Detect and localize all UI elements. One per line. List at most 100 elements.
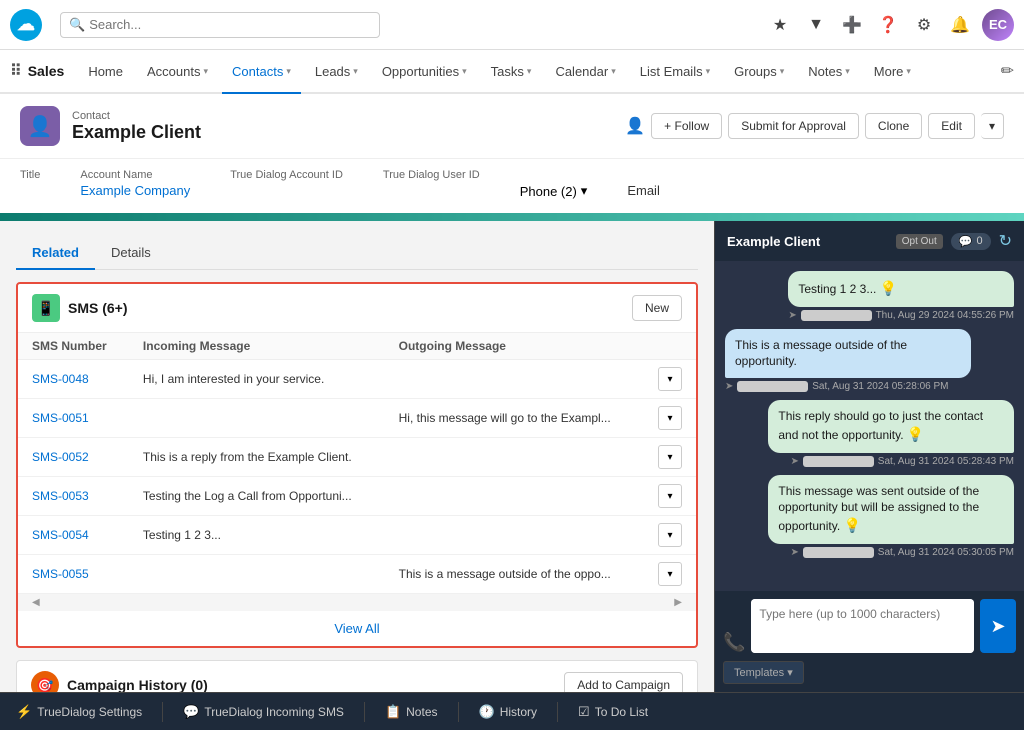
contact-header: 👤 Contact Example Client 👤 + Follow Subm… <box>0 94 1024 158</box>
sms-section-header: 📱 SMS (6+) New <box>18 284 696 333</box>
chat-input-wrap <box>751 599 974 653</box>
nav-item-tasks[interactable]: Tasks ▾ <box>481 50 542 94</box>
row-dropdown-button[interactable]: ▾ <box>658 406 682 430</box>
message-bubble-outgoing: This message was sent outside of the opp… <box>768 475 1014 544</box>
bottom-incoming-sms[interactable]: 💬 TrueDialog Incoming SMS <box>183 704 344 720</box>
row-dropdown-button[interactable]: ▾ <box>658 523 682 547</box>
message-arrow-icon: ➤ <box>791 456 799 467</box>
sms-table: SMS Number Incoming Message Outgoing Mes… <box>18 333 696 594</box>
outgoing-message <box>385 360 644 399</box>
actions-dropdown-button[interactable]: ▾ <box>981 113 1004 139</box>
dropdown-icon[interactable]: ▼ <box>802 11 830 39</box>
chat-messages: Testing 1 2 3... 💡 ➤ ██████████ Thu, Aug… <box>715 261 1024 591</box>
nav-edit-icon[interactable]: ✏ <box>1001 61 1014 81</box>
chat-input[interactable] <box>751 599 974 653</box>
refresh-icon[interactable]: ↻ <box>999 231 1012 251</box>
help-icon[interactable]: ❓ <box>874 11 902 39</box>
bottom-history[interactable]: 🕐 History <box>479 704 538 720</box>
message-bubble-outgoing: This reply should go to just the contact… <box>768 400 1014 452</box>
groups-chevron: ▾ <box>780 66 785 77</box>
bookmark-icon[interactable]: ★ <box>766 11 794 39</box>
field-phone[interactable]: Phone (2) ▾ <box>520 169 588 199</box>
field-truedialog-user: True Dialog User ID <box>383 169 480 198</box>
settings-icon[interactable]: ⚙ <box>910 11 938 39</box>
chat-contact-name: Example Client <box>727 234 820 249</box>
nav-item-more[interactable]: More ▾ <box>864 50 921 94</box>
chat-bubble-icon: 💬 <box>183 704 199 720</box>
bottom-todo[interactable]: ☑ To Do List <box>578 704 648 720</box>
message-blurred-name: ██████████ <box>803 456 874 467</box>
opt-out-badge: Opt Out <box>896 234 943 249</box>
sms-new-button[interactable]: New <box>632 295 682 321</box>
tasks-chevron: ▾ <box>527 66 532 77</box>
table-row: SMS-0054 Testing 1 2 3... ▾ <box>18 516 696 555</box>
nav-item-opportunities[interactable]: Opportunities ▾ <box>372 50 477 94</box>
incoming-message: Testing 1 2 3... <box>129 516 385 555</box>
submit-approval-button[interactable]: Submit for Approval <box>728 113 859 139</box>
search-icon: 🔍 <box>69 17 85 33</box>
nav-item-contacts[interactable]: Contacts ▾ <box>222 50 301 94</box>
chat-count: 0 <box>976 235 982 247</box>
sms-link[interactable]: SMS-0054 <box>32 528 89 542</box>
message-blurred-name: ██████████ <box>737 381 808 392</box>
left-panel: Related Details 📱 SMS (6+) New SMS Numbe… <box>0 221 714 692</box>
incoming-message <box>129 555 385 594</box>
bell-icon[interactable]: 🔔 <box>946 11 974 39</box>
nav-item-groups[interactable]: Groups ▾ <box>724 50 794 94</box>
outgoing-message <box>385 516 644 555</box>
templates-button[interactable]: Templates ▾ <box>723 661 804 684</box>
row-dropdown-button[interactable]: ▾ <box>658 445 682 469</box>
clone-button[interactable]: Clone <box>865 113 922 139</box>
view-all-link[interactable]: View All <box>18 611 696 646</box>
search-bar[interactable]: 🔍 <box>60 12 380 38</box>
add-icon[interactable]: ➕ <box>838 11 866 39</box>
nav-item-notes[interactable]: Notes ▾ <box>798 50 860 94</box>
grid-icon[interactable]: ⠿ <box>10 61 22 81</box>
contact-icon: 👤 <box>20 106 60 146</box>
nav-item-calendar[interactable]: Calendar ▾ <box>545 50 625 94</box>
bottom-truedialog-settings[interactable]: ⚡ TrueDialog Settings <box>16 704 142 720</box>
nav-item-list-emails[interactable]: List Emails ▾ <box>630 50 720 94</box>
contact-label: Contact <box>72 110 201 122</box>
bottom-notes[interactable]: 📋 Notes <box>385 704 438 720</box>
avatar[interactable]: EC <box>982 9 1014 41</box>
follow-button[interactable]: + Follow <box>651 113 722 139</box>
sms-link[interactable]: SMS-0051 <box>32 411 89 425</box>
search-input[interactable] <box>89 17 371 32</box>
contact-actions: 👤 + Follow Submit for Approval Clone Edi… <box>625 113 1004 139</box>
add-to-campaign-button[interactable]: Add to Campaign <box>564 672 683 692</box>
col-sms-number: SMS Number <box>18 333 129 360</box>
tab-details[interactable]: Details <box>95 237 167 270</box>
message-bubble-outgoing: Testing 1 2 3... 💡 <box>788 271 1014 307</box>
field-truedialog-account: True Dialog Account ID <box>230 169 343 198</box>
notes-chevron: ▾ <box>845 66 850 77</box>
outgoing-message: This is a message outside of the oppo... <box>385 555 644 594</box>
row-dropdown-button[interactable]: ▾ <box>658 367 682 391</box>
outgoing-message <box>385 438 644 477</box>
sms-link[interactable]: SMS-0048 <box>32 372 89 386</box>
campaign-section-header: 🎯 Campaign History (0) Add to Campaign <box>17 661 697 692</box>
campaign-title-text: Campaign History (0) <box>67 677 208 692</box>
contact-fields: Title Account Name Example Company True … <box>0 158 1024 213</box>
send-button[interactable]: ➤ <box>980 599 1016 653</box>
field-title: Title <box>20 169 40 198</box>
row-dropdown-button[interactable]: ▾ <box>658 484 682 508</box>
sms-link[interactable]: SMS-0053 <box>32 489 89 503</box>
scroll-right-icon[interactable]: ▶ <box>674 597 682 608</box>
edit-button[interactable]: Edit <box>928 113 975 139</box>
row-dropdown-button[interactable]: ▾ <box>658 562 682 586</box>
phone-dropdown[interactable]: Phone (2) ▾ <box>520 183 588 199</box>
nav-item-accounts[interactable]: Accounts ▾ <box>137 50 218 94</box>
sms-link[interactable]: SMS-0052 <box>32 450 89 464</box>
app-logo: ⠿ Sales <box>10 61 64 81</box>
sms-section: 📱 SMS (6+) New SMS Number Incoming Messa… <box>16 282 698 648</box>
nav-item-leads[interactable]: Leads ▾ <box>305 50 368 94</box>
incoming-message: Hi, I am interested in your service. <box>129 360 385 399</box>
sms-link[interactable]: SMS-0055 <box>32 567 89 581</box>
account-name-link[interactable]: Example Company <box>80 183 190 198</box>
scroll-left-icon[interactable]: ◀ <box>32 597 40 608</box>
sms-title-text: SMS (6+) <box>68 300 128 316</box>
nav-item-home[interactable]: Home <box>78 50 133 94</box>
tab-related[interactable]: Related <box>16 237 95 270</box>
salesforce-logo[interactable]: ☁ <box>10 9 42 41</box>
